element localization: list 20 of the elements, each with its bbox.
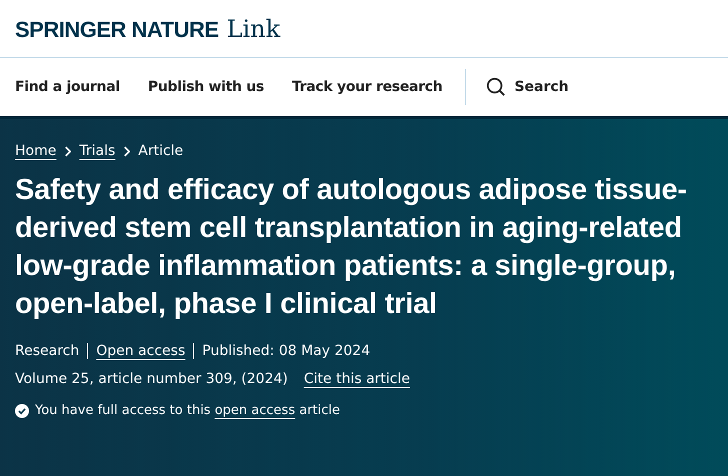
access-notice: You have full access to this open access article <box>35 403 340 418</box>
nav-link[interactable]: Find a journal <box>15 79 120 95</box>
cite-link[interactable]: Cite this article <box>304 371 410 387</box>
search-icon <box>486 77 506 97</box>
open-access-link[interactable]: Open access <box>96 343 186 359</box>
check-icon <box>15 404 29 418</box>
search-link[interactable]: Search <box>486 77 569 97</box>
article-title: Safety and efficacy of autologous adipose tissue-derived stem cell transplantation in aging-related low-grade inflammation patients: a single-group, open-label, phase I clinical trial <box>15 173 688 322</box>
open-access-link[interactable]: open access <box>214 403 296 418</box>
meta-text: Research <box>15 343 80 359</box>
citation-text: Volume 25, article number 309, (2024) <box>15 371 288 387</box>
breadcrumb-link[interactable]: Trials <box>79 143 116 159</box>
breadcrumb-current: Article <box>138 143 184 159</box>
nav-link[interactable]: Publish with us <box>148 79 264 95</box>
meta-text: Published: 08 May 2024 <box>202 343 370 359</box>
nav-link[interactable]: Track your research <box>292 79 442 95</box>
breadcrumb-link[interactable]: Home <box>15 143 56 159</box>
chevron-icon <box>64 146 72 156</box>
site-logo[interactable]: SPRINGER NATURE Link <box>15 14 280 42</box>
chevron-icon <box>123 146 130 156</box>
